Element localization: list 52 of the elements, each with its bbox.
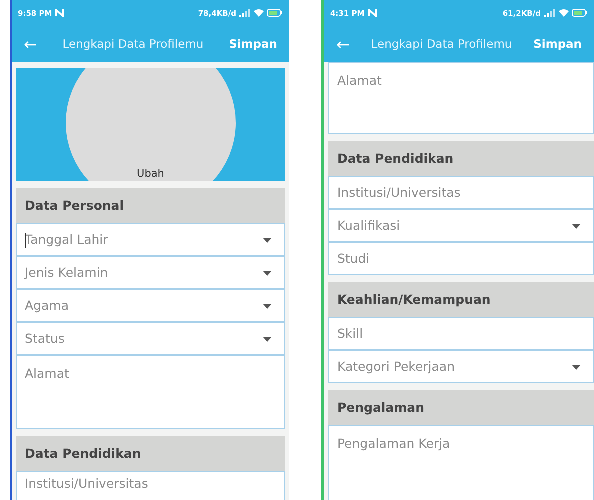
placeholder-text: Skill <box>337 326 364 341</box>
placeholder-text: Institusi/Universitas <box>25 476 148 491</box>
placeholder-text: Agama <box>25 298 69 313</box>
section-title: Data Personal <box>25 198 124 213</box>
caret-icon <box>263 271 272 276</box>
change-photo-button[interactable]: Ubah <box>137 168 164 180</box>
battery-icon <box>572 9 588 17</box>
screen-title: Lengkapi Data Profilemu <box>62 37 205 51</box>
screen-title: Lengkapi Data Profilemu <box>370 37 514 51</box>
text-area[interactable]: Alamat <box>328 62 594 134</box>
section-title: Data Pendidikan <box>337 151 454 166</box>
back-button[interactable]: ← <box>20 34 42 54</box>
caret-icon <box>572 224 581 229</box>
placeholder-text: Institusi/Universitas <box>337 185 461 200</box>
back-button[interactable]: ← <box>332 34 354 54</box>
section-title: Pengalaman <box>337 400 424 415</box>
placeholder-text: Pengalaman Kerja <box>337 436 450 451</box>
dropdown-field[interactable]: Tanggal Lahir <box>16 223 286 256</box>
section-title: Keahlian/Kemampuan <box>337 292 491 307</box>
dropdown-field[interactable]: Status <box>16 322 286 355</box>
input-field[interactable]: Institusi/Universitas <box>328 176 594 209</box>
caret-icon <box>572 365 581 370</box>
dropdown-field[interactable]: Kualifikasi <box>328 209 594 242</box>
dropdown-field[interactable]: Agama <box>16 289 286 322</box>
save-button[interactable]: Simpan <box>225 37 282 51</box>
wifi-icon <box>559 9 569 17</box>
caret-icon <box>263 238 272 243</box>
wifi-icon <box>254 9 264 17</box>
signal-icon <box>544 9 556 17</box>
dropdown-field[interactable]: Kategori Pekerjaan <box>328 350 594 383</box>
notification-icon <box>55 9 64 17</box>
input-field[interactable]: Studi <box>328 242 594 275</box>
signal-icon <box>239 9 252 17</box>
section-title: Data Pendidikan <box>25 446 142 461</box>
text-area[interactable]: Alamat <box>16 355 286 429</box>
placeholder-text: Tanggal Lahir <box>25 232 108 247</box>
placeholder-text: Kualifikasi <box>337 218 400 233</box>
input-field[interactable]: Skill <box>328 317 594 350</box>
notification-icon <box>368 9 377 17</box>
placeholder-text: Status <box>25 331 65 346</box>
placeholder-text: Kategori Pekerjaan <box>337 359 455 374</box>
battery-icon <box>267 9 284 17</box>
caret-icon <box>263 304 272 309</box>
input-field[interactable]: Institusi/Universitas <box>16 471 286 500</box>
caret-icon <box>263 337 272 342</box>
dropdown-field[interactable]: Jenis Kelamin <box>16 256 286 289</box>
placeholder-text: Studi <box>337 251 370 266</box>
placeholder-text: Jenis Kelamin <box>25 265 108 280</box>
save-button[interactable]: Simpan <box>530 37 586 51</box>
placeholder-text: Alamat <box>25 366 70 381</box>
text-area[interactable]: Pengalaman Kerja <box>328 425 594 500</box>
placeholder-text: Alamat <box>337 73 382 88</box>
